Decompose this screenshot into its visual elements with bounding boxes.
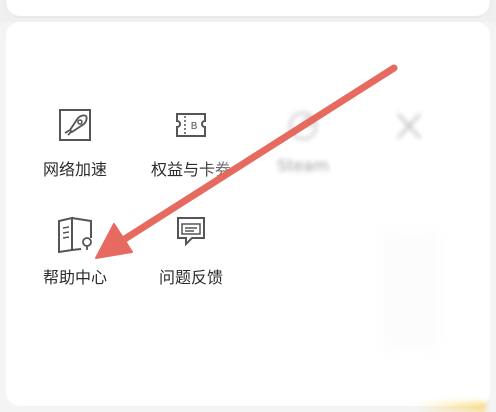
feedback-chat-icon (170, 214, 212, 256)
service-label: 权益与卡券 (150, 160, 231, 179)
service-help-center[interactable]: 帮助中心 (20, 214, 130, 302)
right-shadow (380, 230, 440, 350)
help-book-icon (54, 214, 96, 256)
service-label: 网络加速 (42, 160, 107, 179)
service-label: 问题反馈 (158, 268, 223, 287)
svg-text:B: B (191, 121, 198, 132)
bottom-glow (416, 402, 486, 412)
ticket-icon: B (170, 106, 212, 148)
top-card (6, 0, 490, 16)
service-label: Steam (277, 156, 329, 175)
steam-icon (282, 106, 324, 148)
service-feedback[interactable]: 问题反馈 (136, 214, 246, 302)
service-label: 帮助中心 (42, 268, 107, 287)
service-benefits-coupons[interactable]: B 权益与卡券 (136, 106, 246, 194)
service-tool[interactable] (354, 106, 464, 194)
service-network-accelerate[interactable]: 网络加速 (20, 106, 130, 194)
tool-icon (388, 106, 430, 148)
service-steam[interactable]: Steam (248, 106, 358, 194)
rocket-icon (54, 106, 96, 148)
